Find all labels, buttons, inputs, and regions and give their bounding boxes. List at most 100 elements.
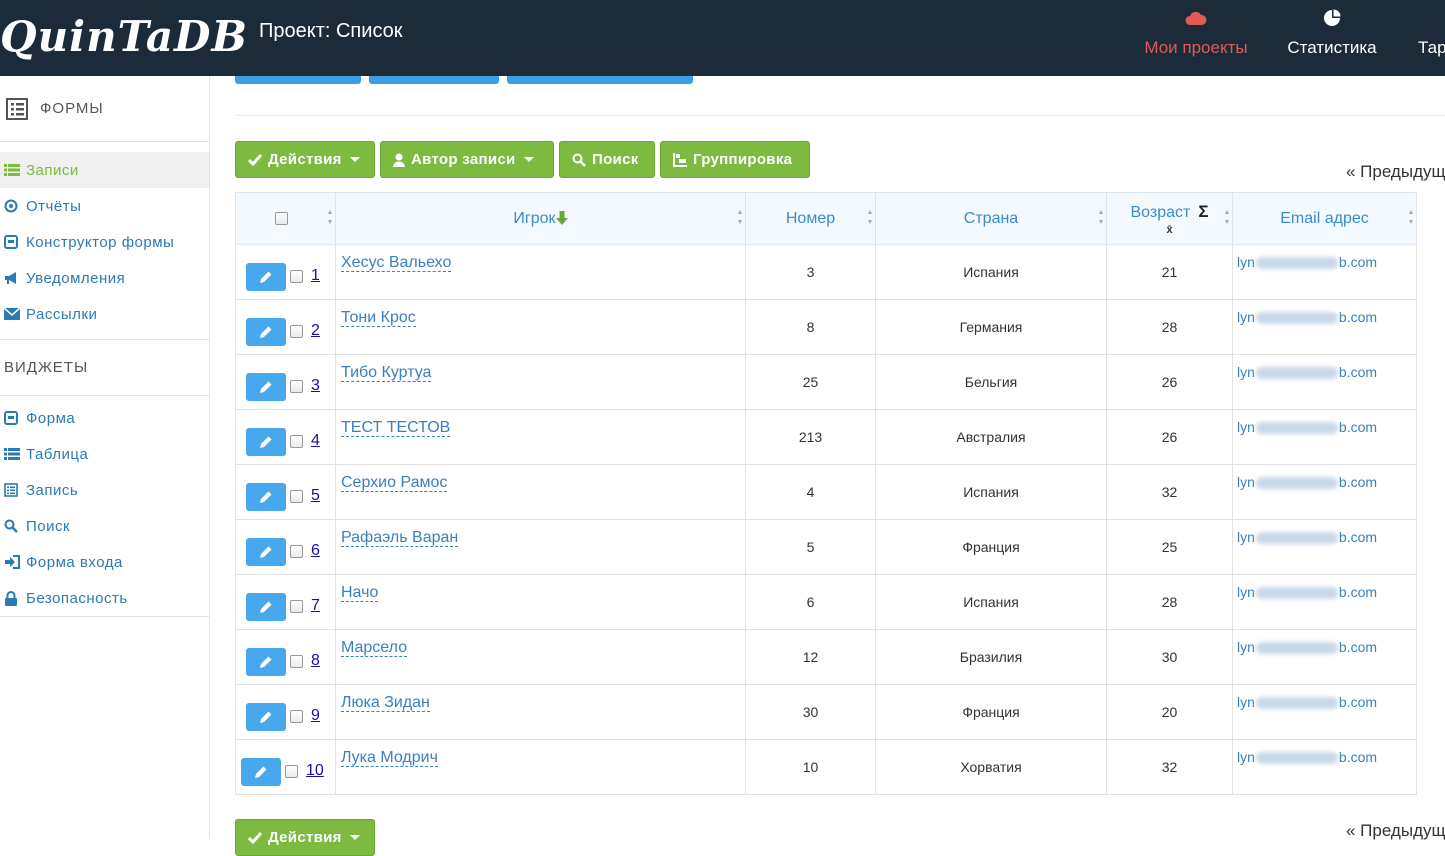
table-row[interactable]: 9 Люка Зидан 30 Франция 20 lyn b.com: [235, 684, 1417, 740]
edit-record-button[interactable]: [246, 317, 286, 346]
nav-tariffs[interactable]: Тар: [1418, 0, 1445, 76]
column-resize-handle[interactable]: [868, 207, 873, 229]
sidebar-item-reports[interactable]: Отчёты: [0, 188, 209, 224]
email-suffix[interactable]: b.com: [1339, 419, 1377, 435]
column-header-age[interactable]: Возраст Σx̄: [1106, 192, 1233, 245]
email-prefix[interactable]: lyn: [1237, 254, 1255, 270]
scrolled-button-3[interactable]: [507, 76, 693, 84]
row-checkbox[interactable]: [290, 545, 303, 558]
email-prefix[interactable]: lyn: [1237, 639, 1255, 655]
column-resize-handle[interactable]: [738, 207, 743, 229]
email-suffix[interactable]: b.com: [1339, 364, 1377, 380]
edit-record-button[interactable]: [241, 757, 281, 786]
row-number-link[interactable]: 1: [311, 267, 320, 284]
grouping-button[interactable]: Группировка: [660, 141, 810, 178]
email-suffix[interactable]: b.com: [1339, 584, 1377, 600]
column-resize-handle[interactable]: [1409, 207, 1414, 229]
sidebar-item-form-builder[interactable]: Конструктор формы: [0, 224, 209, 260]
edit-record-button[interactable]: [246, 372, 286, 401]
row-checkbox[interactable]: [290, 270, 303, 283]
table-row[interactable]: 4 ТЕСТ ТЕСТОВ 213 Австралия 26 lyn b.com: [235, 409, 1417, 465]
player-name-link[interactable]: Серхио Рамос: [341, 474, 448, 492]
email-prefix[interactable]: lyn: [1237, 529, 1255, 545]
sidebar-widget-table[interactable]: Таблица: [0, 436, 209, 472]
email-suffix[interactable]: b.com: [1339, 639, 1377, 655]
row-number-link[interactable]: 5: [311, 487, 320, 504]
row-checkbox[interactable]: [290, 380, 303, 393]
edit-record-button[interactable]: [246, 647, 286, 676]
player-name-link[interactable]: Тибо Куртуа: [341, 364, 432, 382]
row-number-link[interactable]: 6: [311, 542, 320, 559]
column-resize-handle[interactable]: [1099, 207, 1104, 229]
actions-dropdown-button-bottom[interactable]: Действия: [235, 819, 375, 856]
nav-statistics[interactable]: Статистика: [1282, 0, 1382, 76]
email-prefix[interactable]: lyn: [1237, 364, 1255, 380]
row-number-link[interactable]: 4: [311, 432, 320, 449]
row-checkbox[interactable]: [290, 710, 303, 723]
column-header-player[interactable]: Игрок: [335, 192, 746, 245]
email-prefix[interactable]: lyn: [1237, 749, 1255, 765]
player-name-link[interactable]: Марсело: [341, 639, 408, 657]
table-row[interactable]: 8 Марсело 12 Бразилия 30 lyn b.com: [235, 629, 1417, 685]
average-icon[interactable]: x̄: [1107, 224, 1232, 236]
edit-record-button[interactable]: [246, 482, 286, 511]
edit-record-button[interactable]: [246, 537, 286, 566]
row-number-link[interactable]: 3: [311, 377, 320, 394]
row-number-link[interactable]: 8: [311, 652, 320, 669]
pagination-prev-link-bottom[interactable]: « Предыдущ: [1346, 821, 1445, 841]
row-number-link[interactable]: 7: [311, 597, 320, 614]
edit-record-button[interactable]: [246, 427, 286, 456]
table-row[interactable]: 2 Тони Крос 8 Германия 28 lyn b.com: [235, 299, 1417, 355]
table-row[interactable]: 6 Рафаэль Варан 5 Франция 25 lyn b.com: [235, 519, 1417, 575]
email-suffix[interactable]: b.com: [1339, 474, 1377, 490]
row-number-link[interactable]: 2: [311, 322, 320, 339]
column-header-email[interactable]: Email адрес: [1232, 192, 1417, 245]
sidebar-widget-record[interactable]: Запись: [0, 472, 209, 508]
table-row[interactable]: 3 Тибо Куртуа 25 Бельгия 26 lyn b.com: [235, 354, 1417, 410]
table-row[interactable]: 1 Хесус Вальехо 3 Испания 21 lyn b.com: [235, 244, 1417, 300]
row-checkbox[interactable]: [290, 600, 303, 613]
row-checkbox[interactable]: [290, 325, 303, 338]
actions-dropdown-button[interactable]: Действия: [235, 141, 375, 178]
email-prefix[interactable]: lyn: [1237, 474, 1255, 490]
scrolled-button-2[interactable]: [369, 76, 499, 84]
table-row[interactable]: 10 Лука Модрич 10 Хорватия 32 lyn b.com: [235, 739, 1417, 795]
pagination-prev-link[interactable]: « Предыдущ: [1346, 162, 1445, 182]
row-checkbox[interactable]: [285, 765, 298, 778]
player-name-link[interactable]: Люка Зидан: [341, 694, 430, 712]
sidebar-widget-search[interactable]: Поиск: [0, 508, 209, 544]
column-resize-handle[interactable]: [328, 207, 333, 229]
app-logo[interactable]: QuinTaDB: [0, 12, 248, 61]
row-number-link[interactable]: 9: [311, 707, 320, 724]
email-suffix[interactable]: b.com: [1339, 254, 1377, 270]
column-resize-handle[interactable]: [1225, 207, 1230, 229]
edit-record-button[interactable]: [246, 592, 286, 621]
scrolled-button-1[interactable]: [235, 76, 361, 84]
sum-icon[interactable]: Σ: [1198, 202, 1208, 221]
row-number-link[interactable]: 10: [306, 762, 324, 779]
email-suffix[interactable]: b.com: [1339, 309, 1377, 325]
sidebar-widget-security[interactable]: Безопасность: [0, 580, 209, 616]
sidebar-widget-form[interactable]: Форма: [0, 400, 209, 436]
player-name-link[interactable]: Начо: [341, 584, 379, 602]
email-prefix[interactable]: lyn: [1237, 419, 1255, 435]
column-header-number[interactable]: Номер: [745, 192, 876, 245]
email-suffix[interactable]: b.com: [1339, 749, 1377, 765]
row-checkbox[interactable]: [290, 490, 303, 503]
table-row[interactable]: 5 Серхио Рамос 4 Испания 32 lyn b.com: [235, 464, 1417, 520]
column-header-country[interactable]: Страна: [875, 192, 1107, 245]
edit-record-button[interactable]: [246, 262, 286, 291]
sidebar-item-mailings[interactable]: Рассылки: [0, 296, 209, 332]
email-suffix[interactable]: b.com: [1339, 694, 1377, 710]
sidebar-item-records[interactable]: Записи: [0, 152, 209, 188]
email-prefix[interactable]: lyn: [1237, 694, 1255, 710]
author-dropdown-button[interactable]: Автор записи: [380, 141, 554, 178]
email-suffix[interactable]: b.com: [1339, 529, 1377, 545]
sidebar-widget-login-form[interactable]: Форма входа: [0, 544, 209, 580]
player-name-link[interactable]: Тони Крос: [341, 309, 416, 327]
row-checkbox[interactable]: [290, 435, 303, 448]
player-name-link[interactable]: Рафаэль Варан: [341, 529, 459, 547]
player-name-link[interactable]: ТЕСТ ТЕСТОВ: [341, 419, 451, 437]
email-prefix[interactable]: lyn: [1237, 584, 1255, 600]
search-button[interactable]: Поиск: [559, 141, 655, 178]
